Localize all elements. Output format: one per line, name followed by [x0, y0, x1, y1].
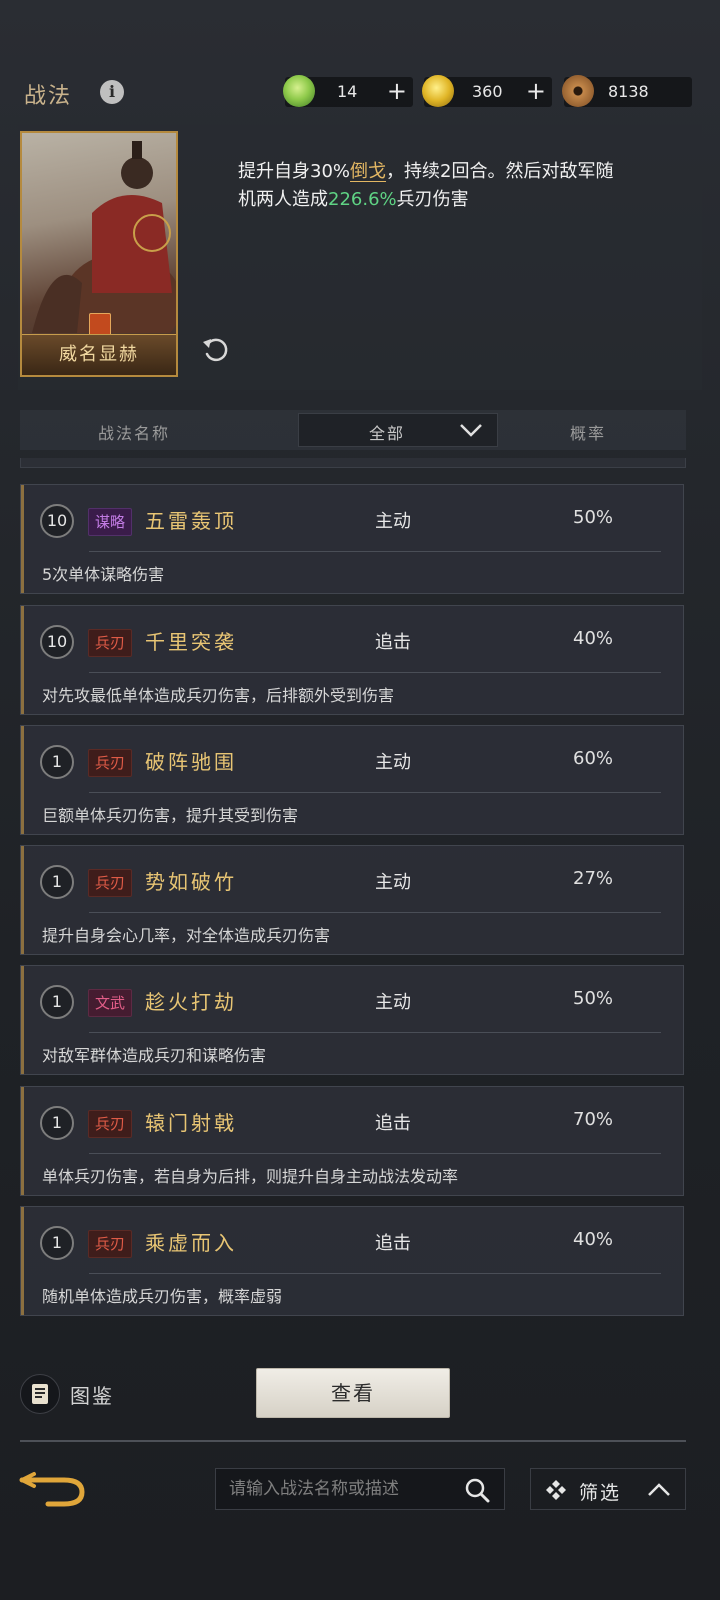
skill-card-name: 威名显赫 — [22, 334, 176, 375]
skill-category-tag: 兵刃 — [88, 749, 133, 777]
skill-rate: 50% — [573, 507, 614, 528]
divider — [89, 792, 661, 793]
list-item[interactable]: 1 兵刃 乘虚而入 追击 40% 随机单体造成兵刃伤害，概率虚弱 — [20, 1206, 684, 1316]
skill-summary: 对先攻最低单体造成兵刃伤害，后排额外受到伤害 — [42, 686, 395, 705]
skill-description: 提升自身30%倒戈，持续2回合。然后对敌军随机两人造成226.6%兵刃伤害 — [238, 158, 628, 214]
skill-level: 1 — [40, 1106, 74, 1140]
type-filter-dropdown[interactable]: 全部 — [298, 413, 498, 447]
skill-name: 破阵驰围 — [145, 750, 237, 774]
list-item[interactable]: 1 兵刃 破阵驰围 主动 60% 巨额单体兵刃伤害，提升其受到伤害 — [20, 725, 684, 835]
skill-type: 追击 — [375, 1233, 411, 1254]
back-icon[interactable] — [18, 1470, 86, 1510]
page-title: 战法 — [24, 84, 73, 109]
add-jade-button[interactable]: + — [387, 77, 407, 105]
skill-rate: 70% — [573, 1109, 614, 1130]
skill-rate: 40% — [573, 628, 614, 649]
skill-category-tag: 兵刃 — [88, 869, 133, 897]
skill-name: 趁火打劫 — [145, 990, 237, 1014]
skill-level: 10 — [40, 625, 74, 659]
desc-text: 兵刃伤害 — [396, 189, 469, 210]
skill-rate: 40% — [573, 1229, 614, 1250]
currency-copper: 8138 — [562, 75, 692, 107]
skill-category-tag: 文武 — [88, 989, 133, 1017]
list-item[interactable]: 10 兵刃 千里突袭 追击 40% 对先攻最低单体造成兵刃伤害，后排额外受到伤害 — [20, 605, 684, 715]
divider — [20, 1440, 686, 1442]
currency-jade: 14 + — [283, 75, 413, 107]
add-gold-button[interactable]: + — [526, 77, 546, 105]
skill-rate: 27% — [573, 868, 614, 889]
chevron-down-icon — [460, 424, 482, 437]
skill-rate: 50% — [573, 988, 614, 1009]
view-button[interactable]: 查看 — [256, 1368, 450, 1418]
gold-coin-icon — [422, 75, 454, 107]
skill-summary: 巨额单体兵刃伤害，提升其受到伤害 — [42, 806, 299, 825]
filter-label: 筛选 — [579, 1482, 622, 1504]
divider — [89, 1273, 661, 1274]
search-input[interactable] — [216, 1469, 456, 1509]
skill-type: 主动 — [375, 752, 411, 773]
atlas-label[interactable]: 图鉴 — [70, 1380, 114, 1409]
skill-name: 势如破竹 — [145, 870, 237, 894]
refresh-icon[interactable] — [200, 334, 230, 364]
skill-rate: 60% — [573, 748, 614, 769]
divider — [89, 1153, 661, 1154]
skill-type: 主动 — [375, 992, 411, 1013]
info-icon[interactable]: i — [100, 80, 124, 104]
currency-gold: 360 + — [422, 75, 552, 107]
skill-type: 追击 — [375, 632, 411, 653]
atlas-icon[interactable] — [20, 1374, 60, 1414]
skill-summary: 对敌军群体造成兵刃和谋略伤害 — [42, 1046, 267, 1065]
list-item[interactable]: 1 兵刃 辕门射戟 追击 70% 单体兵刃伤害，若自身为后排，则提升自身主动战法… — [20, 1086, 684, 1196]
chevron-up-icon — [648, 1483, 670, 1496]
search-box[interactable] — [215, 1468, 505, 1510]
currency-copper-value: 8138 — [608, 82, 649, 101]
skill-category-tag: 兵刃 — [88, 1230, 133, 1258]
skill-card[interactable]: 威名显赫 — [20, 131, 178, 377]
skill-name: 千里突袭 — [145, 630, 237, 654]
skill-type: 追击 — [375, 1113, 411, 1134]
list-item[interactable]: 10 谋略 五雷轰顶 主动 50% 5次单体谋略伤害 — [20, 484, 684, 594]
skill-summary: 随机单体造成兵刃伤害，概率虚弱 — [42, 1287, 283, 1306]
type-filter-value: 全部 — [369, 424, 406, 443]
list-item[interactable]: 1 兵刃 势如破竹 主动 27% 提升自身会心几率，对全体造成兵刃伤害 — [20, 845, 684, 955]
skill-category-tag: 兵刃 — [88, 629, 133, 657]
list-item[interactable] — [20, 458, 686, 468]
skill-name: 辕门射戟 — [145, 1111, 237, 1135]
divider — [89, 551, 661, 552]
search-icon[interactable] — [464, 1477, 490, 1503]
skill-category-tag: 谋略 — [88, 508, 133, 536]
column-header-rate: 概率 — [570, 424, 607, 443]
skill-type: 主动 — [375, 511, 411, 532]
skill-level: 10 — [40, 504, 74, 538]
skill-level: 1 — [40, 985, 74, 1019]
column-header-name: 战法名称 — [98, 424, 171, 443]
book-icon — [32, 1384, 48, 1404]
jade-coin-icon — [283, 75, 315, 107]
list-item[interactable]: 1 文武 趁火打劫 主动 50% 对敌军群体造成兵刃和谋略伤害 — [20, 965, 684, 1075]
skill-summary: 单体兵刃伤害，若自身为后排，则提升自身主动战法发动率 — [42, 1167, 459, 1186]
filter-icon — [546, 1480, 566, 1500]
skill-level: 1 — [40, 865, 74, 899]
currency-gold-value: 360 — [472, 82, 503, 101]
general-portrait-icon — [32, 141, 176, 333]
skill-summary: 5次单体谋略伤害 — [42, 565, 165, 584]
divider — [89, 912, 661, 913]
divider — [89, 1032, 661, 1033]
filter-button[interactable]: 筛选 — [530, 1468, 686, 1510]
copper-coin-icon — [562, 75, 594, 107]
skill-name: 五雷轰顶 — [145, 509, 237, 533]
divider — [89, 672, 661, 673]
desc-keyword-link[interactable]: 倒戈 — [350, 161, 386, 182]
skill-level: 1 — [40, 745, 74, 779]
skill-summary: 提升自身会心几率，对全体造成兵刃伤害 — [42, 926, 331, 945]
desc-text: 提升自身30% — [238, 161, 351, 182]
skill-level: 1 — [40, 1226, 74, 1260]
currency-jade-value: 14 — [337, 82, 358, 101]
desc-damage-value: 226.6% — [328, 189, 397, 210]
skill-name: 乘虚而入 — [145, 1231, 237, 1255]
skill-list[interactable]: 10 谋略 五雷轰顶 主动 50% 5次单体谋略伤害 10 兵刃 千里突袭 追击… — [20, 458, 686, 1318]
skill-type: 主动 — [375, 872, 411, 893]
skill-category-tag: 兵刃 — [88, 1110, 133, 1138]
